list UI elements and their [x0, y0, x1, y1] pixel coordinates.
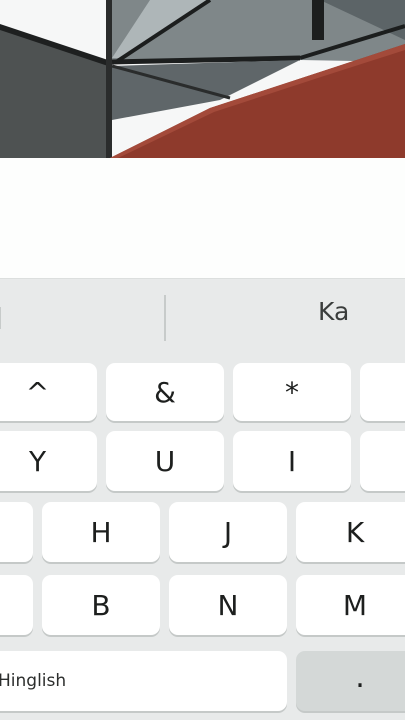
key-partial-right-2[interactable]: [360, 431, 405, 491]
frame-post: [312, 0, 324, 40]
key-j[interactable]: J: [169, 502, 287, 562]
content-area: [0, 158, 405, 278]
key-u[interactable]: U: [106, 431, 224, 491]
mullion: [106, 0, 112, 158]
key-partial-left-1[interactable]: [0, 502, 33, 562]
key-i[interactable]: I: [233, 431, 351, 491]
key-h[interactable]: H: [42, 502, 160, 562]
suggestion-divider-left: [0, 307, 1, 329]
key-k[interactable]: K: [296, 502, 405, 562]
key-b[interactable]: B: [42, 575, 160, 635]
suggestion-bar: l Ka: [0, 279, 405, 359]
suggestion-right[interactable]: Ka: [318, 297, 349, 326]
key-m[interactable]: M: [296, 575, 405, 635]
key-partial-left-2[interactable]: [0, 575, 33, 635]
building-photo: [0, 0, 405, 158]
space-bar[interactable]: Hinglish: [0, 651, 287, 711]
soft-keyboard: l Ka ^ & * Y U I H J K B N M Hinglish .: [0, 278, 405, 720]
key-partial-right-1[interactable]: [360, 363, 405, 421]
key-asterisk[interactable]: *: [233, 363, 351, 421]
suggestion-divider: [164, 295, 166, 341]
key-period[interactable]: .: [296, 651, 405, 711]
key-y[interactable]: Y: [0, 431, 97, 491]
key-ampersand[interactable]: &: [106, 363, 224, 421]
photo-preview: [0, 0, 405, 158]
key-n[interactable]: N: [169, 575, 287, 635]
screen: l Ka ^ & * Y U I H J K B N M Hinglish .: [0, 0, 405, 720]
key-caret[interactable]: ^: [0, 363, 97, 421]
